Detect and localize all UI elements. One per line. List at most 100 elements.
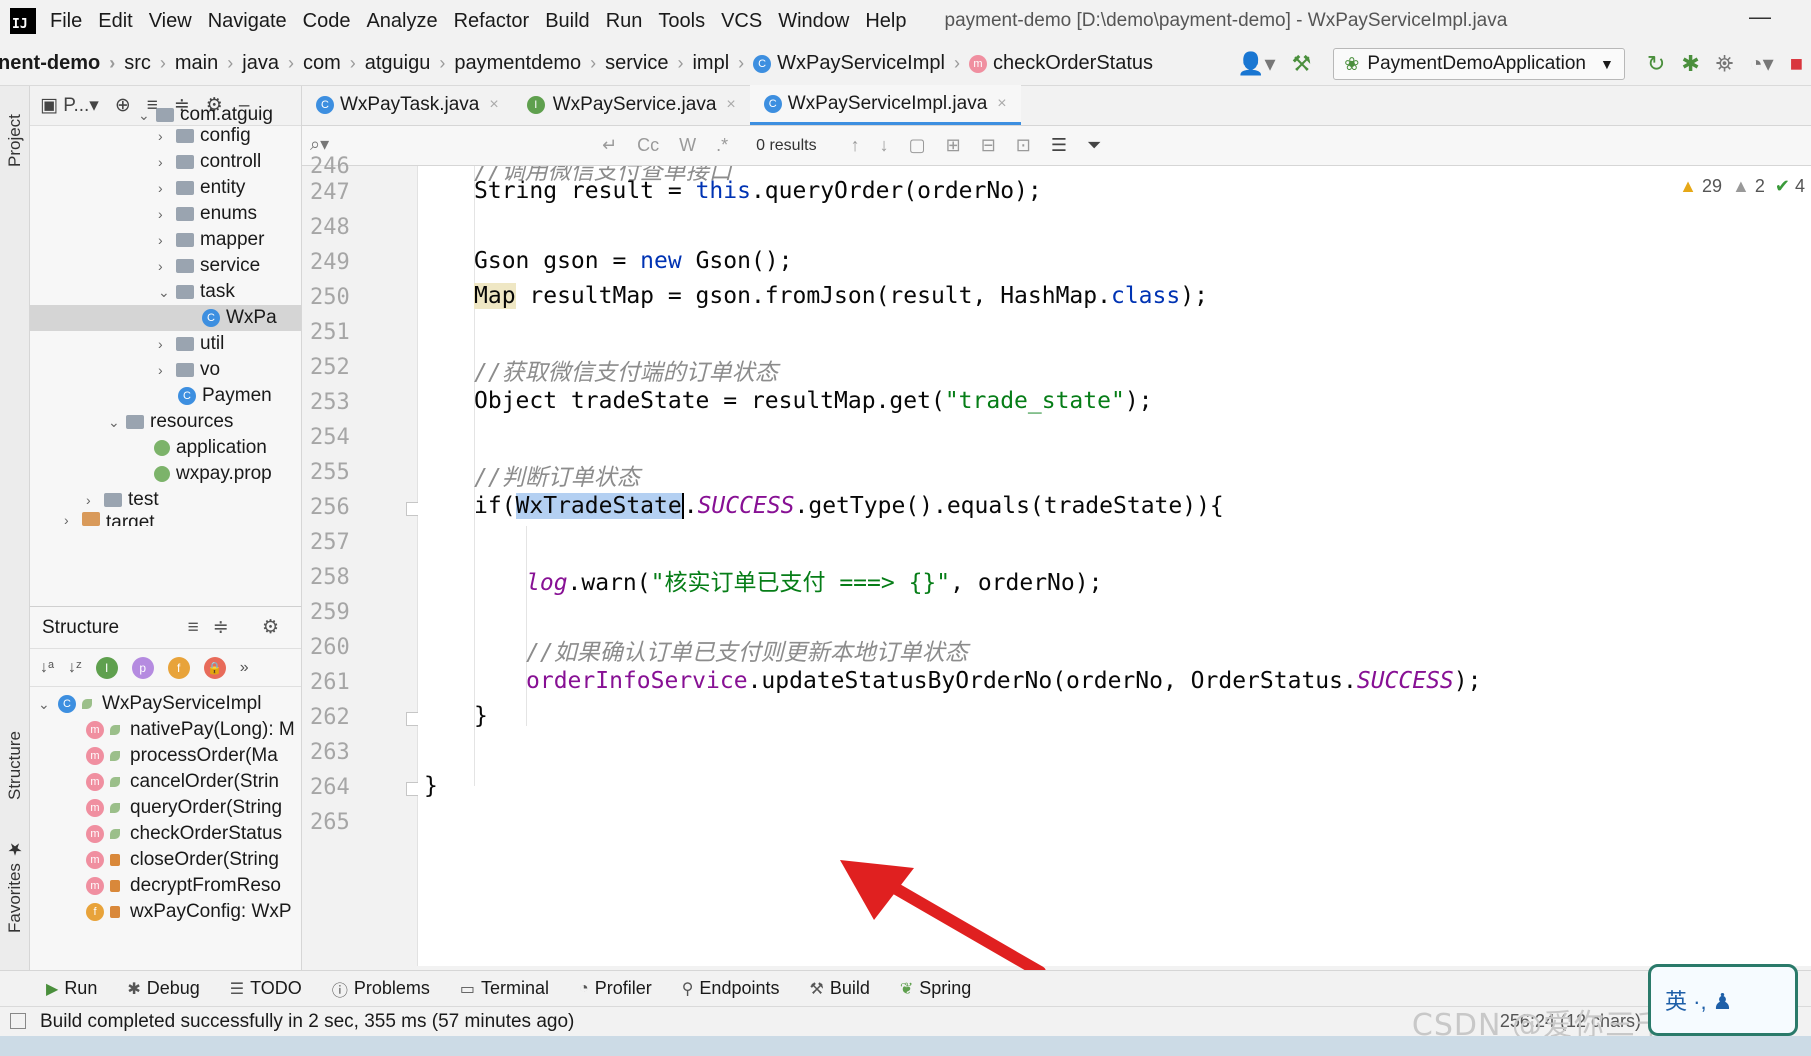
menu-analyze[interactable]: Analyze (366, 10, 437, 33)
menu-refactor[interactable]: Refactor (454, 10, 530, 33)
prev-match-icon[interactable]: ↑ (851, 135, 860, 156)
menu-navigate[interactable]: Navigate (208, 10, 287, 33)
ime-indicator[interactable]: 英 ·, ♟ (1648, 964, 1798, 1036)
show-properties-icon[interactable]: p (131, 656, 154, 679)
breadcrumb-main[interactable]: main › (175, 52, 242, 75)
filter-icon[interactable]: ⏷ (1087, 135, 1101, 156)
user-icon[interactable]: 👤▾ (1237, 51, 1275, 77)
menu-build[interactable]: Build (545, 10, 589, 33)
breadcrumb-project[interactable]: nent-demo › (0, 52, 124, 75)
structure-member[interactable]: f wxPayConfig: WxP (86, 899, 292, 925)
select-occurrences-icon[interactable]: ⊡ (1016, 135, 1031, 156)
tree-item-config[interactable]: › config (158, 123, 251, 149)
tree-item-wxpaytask[interactable]: C WxPa (30, 305, 301, 331)
structure-member[interactable]: m checkOrderStatus (86, 821, 282, 847)
profiler-tool-button[interactable]: ◔ Profiler (579, 978, 652, 999)
menu-run[interactable]: Run (606, 10, 643, 33)
select-all-icon[interactable]: ▢ (909, 135, 926, 156)
menu-edit[interactable]: Edit (98, 10, 132, 33)
close-icon[interactable]: × (997, 95, 1006, 113)
more-icon[interactable]: » (240, 659, 249, 677)
match-case-toggle[interactable]: Cc (637, 135, 659, 156)
regex-history-icon[interactable]: ↵ (602, 135, 617, 156)
breadcrumb-com[interactable]: com › (303, 52, 365, 75)
close-icon[interactable]: × (489, 96, 498, 114)
breadcrumb-atguigu[interactable]: atguigu › (365, 52, 455, 75)
locate-icon[interactable]: ⊕ (115, 94, 131, 117)
sort-alpha-icon[interactable]: ↓ᶻ (68, 659, 82, 677)
run-config-select[interactable]: ❀ PaymentDemoApplication ▼ (1333, 48, 1625, 80)
debug-icon[interactable]: ✱ (1681, 51, 1699, 77)
breadcrumb-impl[interactable]: impl › (692, 52, 753, 75)
terminal-tool-button[interactable]: ▭ Terminal (460, 978, 549, 999)
problems-tool-button[interactable]: ⓘ Problems (332, 977, 430, 1001)
breadcrumb-method[interactable]: m checkOrderStatus (968, 52, 1153, 75)
structure-member[interactable]: m cancelOrder(Strin (86, 769, 279, 795)
breadcrumb-java[interactable]: java › (242, 52, 303, 75)
tab-wxpayservice[interactable]: I WxPayService.java × (513, 85, 750, 125)
favorites-tool-tab[interactable]: Favorites ★ (2, 836, 28, 936)
project-tool-tab[interactable]: Project (2, 96, 28, 186)
inspection-widget[interactable]: ▲ 29 ▲ 2 ✔ 4 (1679, 176, 1805, 197)
tree-item-util[interactable]: › util (158, 331, 224, 357)
show-fields-icon[interactable]: f (167, 656, 190, 679)
tree-item-vo[interactable]: › vo (158, 357, 220, 383)
tree-item-enums[interactable]: › enums (158, 201, 257, 227)
show-non-public-icon[interactable]: 🔒 (203, 656, 226, 679)
build-tool-button[interactable]: ⚒ Build (809, 978, 869, 999)
structure-member[interactable]: m processOrder(Ma (86, 743, 278, 769)
close-icon[interactable]: × (726, 96, 735, 114)
structure-member[interactable]: m queryOrder(String (86, 795, 282, 821)
tree-item-test[interactable]: › test (86, 487, 159, 513)
tree-item-mapper[interactable]: › mapper (158, 227, 264, 253)
multiline-icon[interactable]: ☰ (1051, 135, 1067, 156)
show-inherited-icon[interactable]: I (95, 656, 118, 679)
breadcrumb-service[interactable]: service › (605, 52, 692, 75)
debug-tool-button[interactable]: ✱ Debug (127, 978, 199, 999)
breadcrumb-src[interactable]: src › (124, 52, 175, 75)
todo-tool-button[interactable]: ☰ TODO (230, 978, 302, 999)
structure-tool-tab[interactable]: Structure (2, 716, 28, 816)
menu-vcs[interactable]: VCS (721, 10, 762, 33)
regex-toggle[interactable]: .* (716, 135, 728, 156)
run-tool-button[interactable]: ▶ Run (46, 978, 97, 999)
menu-tools[interactable]: Tools (658, 10, 705, 33)
next-match-icon[interactable]: ↓ (880, 135, 889, 156)
code-editor[interactable]: ▲ 29 ▲ 2 ✔ 4 //调用微信支付查单接口 String result … (418, 166, 1811, 966)
tree-item-entity[interactable]: › entity (158, 175, 245, 201)
menu-help[interactable]: Help (865, 10, 906, 33)
endpoints-tool-button[interactable]: ⚲ Endpoints (682, 978, 780, 999)
structure-member[interactable]: m nativePay(Long): M (86, 717, 295, 743)
menu-window[interactable]: Window (778, 10, 849, 33)
tree-item-wxpay-properties[interactable]: wxpay.prop (154, 461, 272, 487)
build-hammer-icon[interactable]: ⚒ (1292, 51, 1312, 77)
stop-icon[interactable]: ■ (1790, 51, 1803, 77)
tree-item-controller[interactable]: › controll (158, 149, 261, 175)
status-square-icon[interactable] (10, 1013, 26, 1029)
tree-item-task[interactable]: ⌄ task (158, 279, 235, 305)
tab-wxpayserviceimpl[interactable]: C WxPayServiceImpl.java × (749, 85, 1021, 125)
menu-file[interactable]: File (50, 10, 82, 33)
whole-word-toggle[interactable]: W (679, 135, 696, 156)
tree-item-resources[interactable]: ⌄ resources (108, 409, 233, 435)
structure-member[interactable]: m decryptFromReso (86, 873, 281, 899)
coverage-icon[interactable]: ⛯ (1716, 51, 1734, 77)
selected-text[interactable]: WxTradeState (515, 493, 682, 519)
profiler-icon[interactable]: ◔▾ (1749, 51, 1773, 77)
tree-item-paymentapp[interactable]: C Paymen (178, 383, 272, 409)
breadcrumb-class[interactable]: C WxPayServiceImpl › (753, 52, 969, 75)
structure-member[interactable]: m closeOrder(String (86, 847, 279, 873)
add-selection-icon[interactable]: ⊞ (946, 135, 961, 156)
structure-class-node[interactable]: ⌄ C WxPayServiceImpl (38, 691, 261, 717)
menu-view[interactable]: View (149, 10, 192, 33)
minimize-icon[interactable]: — (1749, 4, 1771, 30)
project-view-select[interactable]: ▣ P...▾ (40, 94, 99, 117)
tab-wxpaytask[interactable]: C WxPayTask.java × (302, 85, 513, 125)
tree-item-application[interactable]: application (154, 435, 267, 461)
spring-tool-button[interactable]: ❦ Spring (900, 978, 971, 999)
menu-code[interactable]: Code (303, 10, 351, 33)
rerun-icon[interactable]: ↻ (1647, 51, 1665, 77)
structure-header-icons[interactable]: ≡≑ ⚙ (188, 616, 293, 639)
tree-item-target[interactable]: › target (64, 512, 155, 526)
tree-item-service[interactable]: › service (158, 253, 260, 279)
